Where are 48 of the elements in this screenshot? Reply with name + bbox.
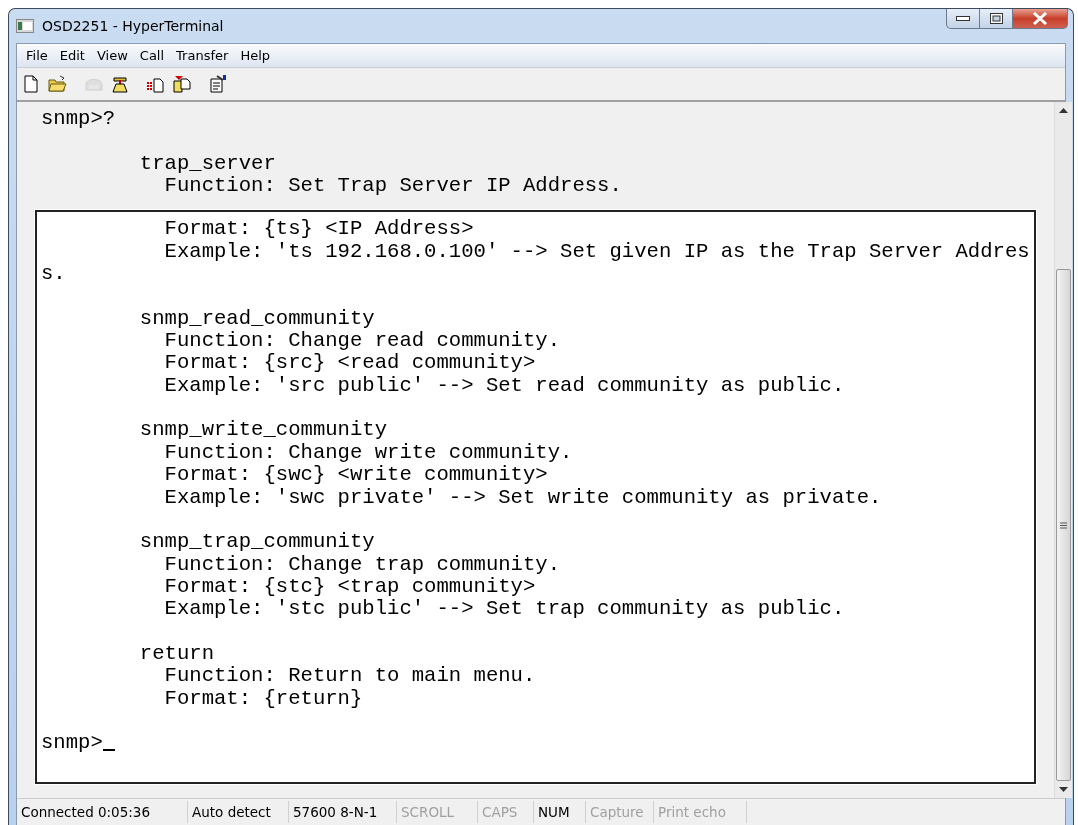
close-icon — [1032, 12, 1048, 25]
terminal-app-icon — [16, 19, 34, 33]
terminal-line: Function: Set Trap Server IP Address. — [164, 174, 622, 198]
terminal-line: Format: {return} — [164, 686, 363, 710]
terminal-line: Function: Change trap community. — [164, 552, 561, 576]
terminal-line: Format: {stc} <trap community> — [164, 574, 536, 598]
terminal-line: Example: 'stc public' --> Set trap community as public. — [164, 597, 845, 621]
terminal-line: snmp>? — [41, 107, 116, 130]
status-field: SCROLL — [397, 801, 478, 823]
minimize-icon — [956, 15, 970, 22]
menu-item[interactable]: Edit — [53, 46, 91, 65]
terminal-line: Format: {ts} <IP Address> — [164, 217, 474, 241]
terminal-line: trap_server — [139, 151, 276, 175]
status-field: 57600 8-N-1 — [289, 801, 397, 823]
terminal-line: snmp_write_community — [139, 418, 388, 442]
status-field: CAPS — [478, 801, 534, 823]
folder-icon[interactable] — [48, 74, 68, 94]
window-title: OSD2251 - HyperTerminal — [42, 18, 224, 34]
menu-item[interactable]: Call — [133, 46, 171, 65]
status-field: Print echo — [654, 801, 747, 823]
status-field: Connected 0:05:36 — [17, 801, 188, 823]
clipboard-icon[interactable] — [208, 74, 228, 94]
terminal-line: Example: 'swc private' --> Set write community as private. — [164, 485, 882, 509]
terminal-line: Format: {src} <read community> — [164, 351, 536, 375]
terminal-line: snmp_read_community — [139, 306, 375, 330]
maximize-button[interactable] — [980, 9, 1013, 29]
terminal-line: Function: Return to main menu. — [164, 664, 536, 688]
terminal-line: Function: Change read community. — [164, 329, 561, 353]
terminal-line: snmp_trap_community — [139, 530, 375, 554]
minimize-button[interactable] — [946, 9, 980, 29]
close-button[interactable] — [1013, 9, 1068, 29]
terminal-line: s. — [41, 262, 66, 286]
menu-item[interactable]: File — [20, 46, 54, 65]
maximize-icon — [989, 13, 1003, 24]
terminal-line: return — [139, 641, 214, 665]
menu-item[interactable]: Transfer — [170, 46, 235, 65]
terminal-line: snmp> — [41, 731, 103, 755]
terminal-line: Format: {swc} <write community> — [164, 463, 548, 487]
menu-item[interactable]: Help — [234, 46, 276, 65]
status-field: Auto detect — [188, 801, 289, 823]
terminal-line: Example: 'ts 192.168.0.100' --> Set given IP as the Trap Server Addres — [164, 239, 1030, 263]
status-field: Capture — [586, 801, 654, 823]
phone-icon[interactable] — [110, 74, 130, 94]
document-icon[interactable] — [172, 74, 192, 94]
terminal-line: Example: 'src public' --> Set read community as public. — [164, 373, 845, 397]
terminal-line: Function: Change write community. — [164, 440, 573, 464]
status-field: NUM — [534, 801, 586, 823]
menu-item[interactable]: View — [90, 46, 134, 65]
